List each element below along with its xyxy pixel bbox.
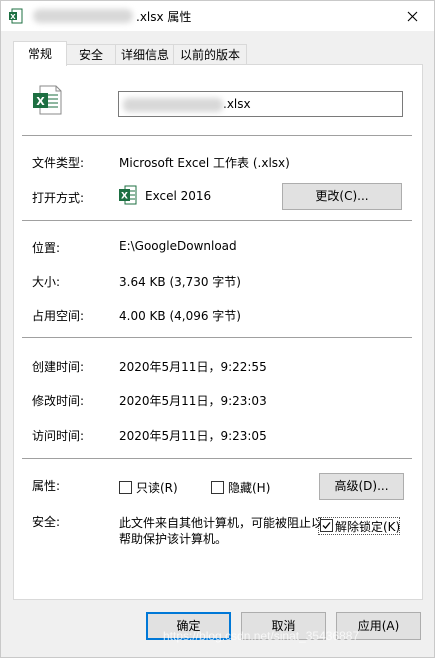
change-button[interactable]: 更改(C)...	[282, 183, 402, 210]
close-icon	[407, 11, 417, 21]
general-panel: X .xlsx 文件类型: Microsoft Excel 工作表 (.xlsx…	[13, 64, 423, 600]
apply-button[interactable]: 应用(A)	[336, 612, 421, 640]
size-on-disk-value: 4.00 KB (4,096 字节)	[119, 309, 241, 323]
tab-general[interactable]: 常规	[13, 41, 67, 66]
size-on-disk-label: 占用空间:	[32, 309, 85, 323]
excel-app-icon: X	[119, 185, 137, 205]
size-label: 大小:	[32, 275, 61, 289]
svg-text:X: X	[121, 192, 128, 202]
readonly-label[interactable]: 只读(R)	[136, 479, 178, 496]
unblock-label[interactable]: 解除锁定(K)	[335, 518, 400, 535]
excel-document-icon: X	[33, 85, 62, 115]
security-label: 安全:	[32, 515, 61, 529]
modified-label: 修改时间:	[32, 394, 85, 408]
redacted-filename	[33, 9, 133, 23]
security-warning-text: 此文件来自其他计算机，可能被阻止以帮助保护该计算机。	[119, 516, 324, 546]
close-button[interactable]	[390, 1, 434, 31]
created-label: 创建时间:	[32, 360, 85, 374]
ok-button[interactable]: 确定	[146, 612, 231, 640]
filename-suffix: .xlsx	[223, 97, 251, 111]
location-label: 位置:	[32, 241, 61, 255]
properties-dialog: X .xlsx 属性 常规 安全 详细信息 以前的版本 X .xlsx 文件类型…	[0, 0, 435, 658]
filename-input[interactable]: .xlsx	[118, 91, 403, 117]
svg-text:X: X	[10, 13, 16, 21]
open-with-label: 打开方式:	[32, 191, 85, 205]
excel-file-icon: X	[9, 8, 23, 24]
accessed-label: 访问时间:	[32, 429, 85, 443]
accessed-value: 2020年5月11日，9:23:05	[119, 429, 267, 443]
checkmark-icon	[322, 522, 331, 529]
readonly-checkbox[interactable]	[119, 481, 132, 494]
window-title: .xlsx 属性	[136, 10, 192, 24]
file-type-label: 文件类型:	[32, 156, 85, 170]
created-value: 2020年5月11日，9:22:55	[119, 360, 267, 374]
cancel-button[interactable]: 取消	[241, 612, 326, 640]
tab-previous-versions[interactable]: 以前的版本	[173, 44, 247, 65]
location-value: E:\GoogleDownload	[119, 239, 237, 253]
file-type-value: Microsoft Excel 工作表 (.xlsx)	[119, 156, 290, 170]
title-bar[interactable]: X .xlsx 属性	[1, 1, 434, 31]
tab-details[interactable]: 详细信息	[115, 44, 175, 65]
separator	[22, 220, 412, 221]
tab-security[interactable]: 安全	[65, 44, 117, 65]
separator	[22, 337, 412, 338]
open-with-value: Excel 2016	[145, 189, 212, 203]
size-value: 3.64 KB (3,730 字节)	[119, 275, 241, 289]
unblock-checkbox[interactable]	[320, 519, 333, 532]
unblock-checkbox-focus[interactable]: 解除锁定(K)	[318, 517, 400, 535]
attributes-label: 属性:	[32, 479, 61, 493]
svg-text:X: X	[36, 95, 45, 108]
separator	[22, 135, 412, 136]
hidden-label[interactable]: 隐藏(H)	[228, 479, 270, 496]
hidden-checkbox[interactable]	[211, 481, 224, 494]
modified-value: 2020年5月11日，9:23:03	[119, 394, 267, 408]
redacted-filename	[123, 97, 223, 112]
separator	[22, 458, 412, 459]
advanced-button[interactable]: 高级(D)...	[319, 473, 404, 500]
